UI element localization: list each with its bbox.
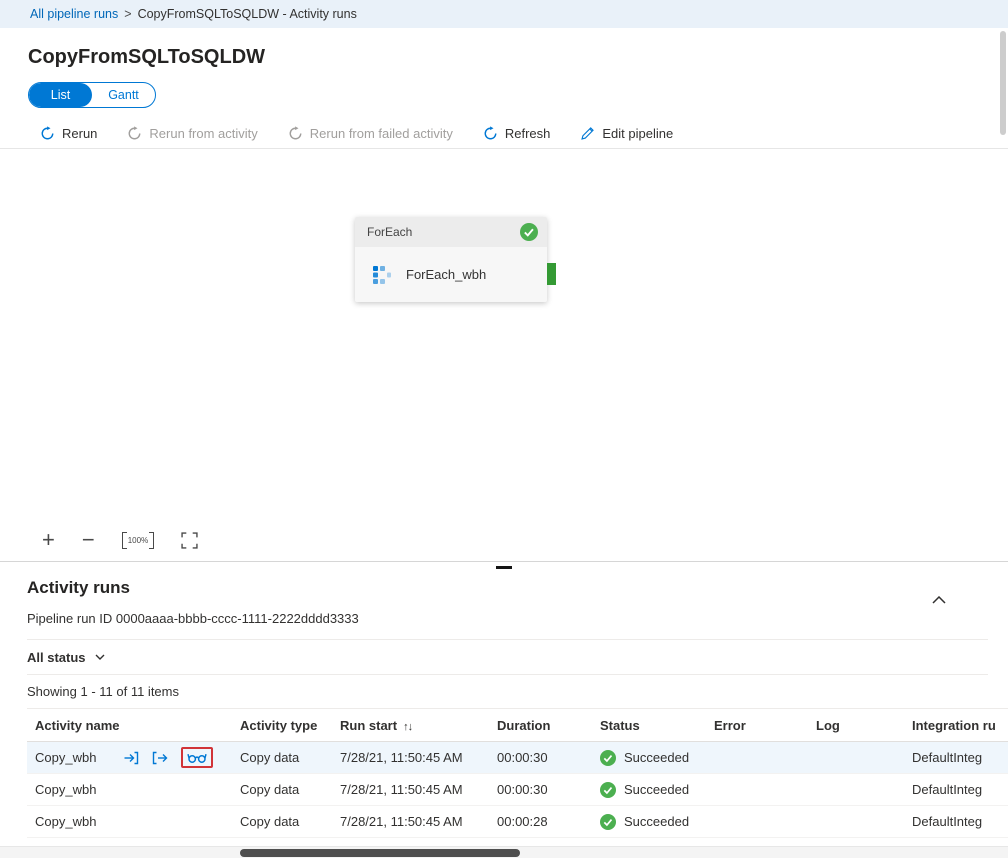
foreach-node-header: ForEach <box>355 217 547 247</box>
items-summary: Showing 1 - 11 of 11 items <box>27 684 1008 702</box>
succeeded-check-icon <box>600 814 616 830</box>
page-title: CopyFromSQLToSQLDW <box>0 28 1008 69</box>
status-filter[interactable]: All status <box>27 640 988 675</box>
integration-runtime-cell: DefaultInteg <box>904 814 1008 829</box>
rerun-icon <box>40 126 55 141</box>
activity-name: Copy_wbh <box>35 814 96 829</box>
refresh-icon <box>483 126 498 141</box>
status-cell: Succeeded <box>592 782 706 798</box>
column-header-log[interactable]: Log <box>808 718 904 733</box>
success-output-port <box>547 263 556 285</box>
refresh-button[interactable]: Refresh <box>483 126 551 141</box>
pipeline-run-id: Pipeline run ID 0000aaaa-bbbb-cccc-1111-… <box>27 611 988 640</box>
table-header-row: Activity name Activity type Run start↑↓ … <box>27 708 1008 742</box>
breadcrumb-link-all-pipeline-runs[interactable]: All pipeline runs <box>30 7 118 21</box>
status-cell: Succeeded <box>592 814 706 830</box>
foreach-activity-node[interactable]: ForEach ForEach_wbh <box>355 217 547 302</box>
rerun-button[interactable]: Rerun <box>40 126 97 141</box>
input-icon[interactable] <box>123 750 139 766</box>
status-filter-label: All status <box>27 650 86 665</box>
breadcrumb-separator: > <box>124 7 131 21</box>
activity-name: Copy_wbh <box>35 782 96 797</box>
tab-list[interactable]: List <box>29 83 92 107</box>
panel-resize-handle[interactable] <box>496 566 512 569</box>
rerun-from-activity-button: Rerun from activity <box>127 126 257 141</box>
succeeded-check-icon <box>520 223 538 241</box>
breadcrumb: All pipeline runs > CopyFromSQLToSQLDW -… <box>0 0 1008 28</box>
sort-icon[interactable]: ↑↓ <box>403 721 412 733</box>
column-header-duration[interactable]: Duration <box>489 718 592 733</box>
rerun-from-activity-label: Rerun from activity <box>149 126 257 141</box>
column-header-status[interactable]: Status <box>592 718 706 733</box>
run-start-cell: 7/28/21, 11:50:45 AM <box>332 750 489 765</box>
foreach-icon <box>372 265 392 285</box>
rerun-from-failed-activity-button: Rerun from failed activity <box>288 126 453 141</box>
column-header-error[interactable]: Error <box>706 718 808 733</box>
activity-runs-heading: Activity runs <box>27 578 1008 598</box>
column-header-activity-type[interactable]: Activity type <box>232 718 332 733</box>
edit-pencil-icon <box>580 126 595 141</box>
pipeline-canvas[interactable]: ForEach ForEach_wbh + − 100% <box>0 149 1008 562</box>
succeeded-check-icon <box>600 782 616 798</box>
integration-runtime-cell: DefaultInteg <box>904 750 1008 765</box>
activity-type-cell: Copy data <box>232 782 332 797</box>
horizontal-scrollbar[interactable] <box>0 846 1008 858</box>
activity-runs-section: Activity runs Pipeline run ID 0000aaaa-b… <box>0 578 1008 838</box>
succeeded-check-icon <box>600 750 616 766</box>
horizontal-scrollbar-thumb[interactable] <box>240 849 520 857</box>
chevron-down-icon <box>95 654 105 660</box>
status-text: Succeeded <box>624 750 689 765</box>
rerun-label: Rerun <box>62 126 97 141</box>
status-text: Succeeded <box>624 782 689 797</box>
table-row[interactable]: Copy_wbh Copy data 7/28/21, 11:50:45 AM … <box>27 742 1008 774</box>
table-row[interactable]: Copy_wbh Copy data 7/28/21, 11:50:45 AM … <box>27 774 1008 806</box>
column-header-activity-name[interactable]: Activity name <box>27 718 232 733</box>
zoom-in-icon[interactable]: + <box>42 529 55 551</box>
activity-runs-table: Activity name Activity type Run start↑↓ … <box>27 708 1008 838</box>
foreach-node-label: ForEach_wbh <box>406 267 486 282</box>
duration-cell: 00:00:28 <box>489 814 592 829</box>
view-toggle: List Gantt <box>28 82 156 108</box>
run-start-cell: 7/28/21, 11:50:45 AM <box>332 782 489 797</box>
details-glasses-icon[interactable] <box>181 747 213 768</box>
toolbar: Rerun Rerun from activity Rerun from fai… <box>0 119 1008 149</box>
status-cell: Succeeded <box>592 750 706 766</box>
rerun-from-failed-activity-label: Rerun from failed activity <box>310 126 453 141</box>
output-icon[interactable] <box>152 750 168 766</box>
edit-pipeline-label: Edit pipeline <box>602 126 673 141</box>
vertical-scrollbar-thumb[interactable] <box>1000 31 1006 135</box>
activity-name-cell: Copy_wbh <box>27 747 232 768</box>
duration-cell: 00:00:30 <box>489 750 592 765</box>
zoom-to-fit-icon[interactable] <box>181 532 198 549</box>
foreach-node-title: ForEach <box>367 225 412 239</box>
rerun-from-failed-activity-icon <box>288 126 303 141</box>
refresh-label: Refresh <box>505 126 551 141</box>
edit-pipeline-button[interactable]: Edit pipeline <box>580 126 673 141</box>
breadcrumb-current: CopyFromSQLToSQLDW - Activity runs <box>138 7 357 21</box>
zoom-out-icon[interactable]: − <box>82 529 95 551</box>
status-text: Succeeded <box>624 814 689 829</box>
canvas-controls: + − 100% <box>42 529 198 551</box>
collapse-chevron-up-icon[interactable] <box>928 592 950 608</box>
column-header-run-start[interactable]: Run start ↑↓ <box>332 718 489 733</box>
table-row[interactable]: Copy_wbh Copy data 7/28/21, 11:50:45 AM … <box>27 806 1008 838</box>
run-start-label: Run start <box>340 718 397 733</box>
integration-runtime-cell: DefaultInteg <box>904 782 1008 797</box>
run-start-cell: 7/28/21, 11:50:45 AM <box>332 814 489 829</box>
row-action-icons <box>123 747 213 768</box>
activity-type-cell: Copy data <box>232 814 332 829</box>
foreach-node-body: ForEach_wbh <box>355 247 547 302</box>
column-header-integration-runtime[interactable]: Integration ru <box>904 718 1008 733</box>
activity-name-cell: Copy_wbh <box>27 782 232 797</box>
activity-name-cell: Copy_wbh <box>27 814 232 829</box>
duration-cell: 00:00:30 <box>489 782 592 797</box>
activity-type-cell: Copy data <box>232 750 332 765</box>
zoom-reset-icon[interactable]: 100% <box>122 532 154 549</box>
tab-gantt[interactable]: Gantt <box>92 83 155 107</box>
activity-name: Copy_wbh <box>35 750 96 765</box>
rerun-from-activity-icon <box>127 126 142 141</box>
